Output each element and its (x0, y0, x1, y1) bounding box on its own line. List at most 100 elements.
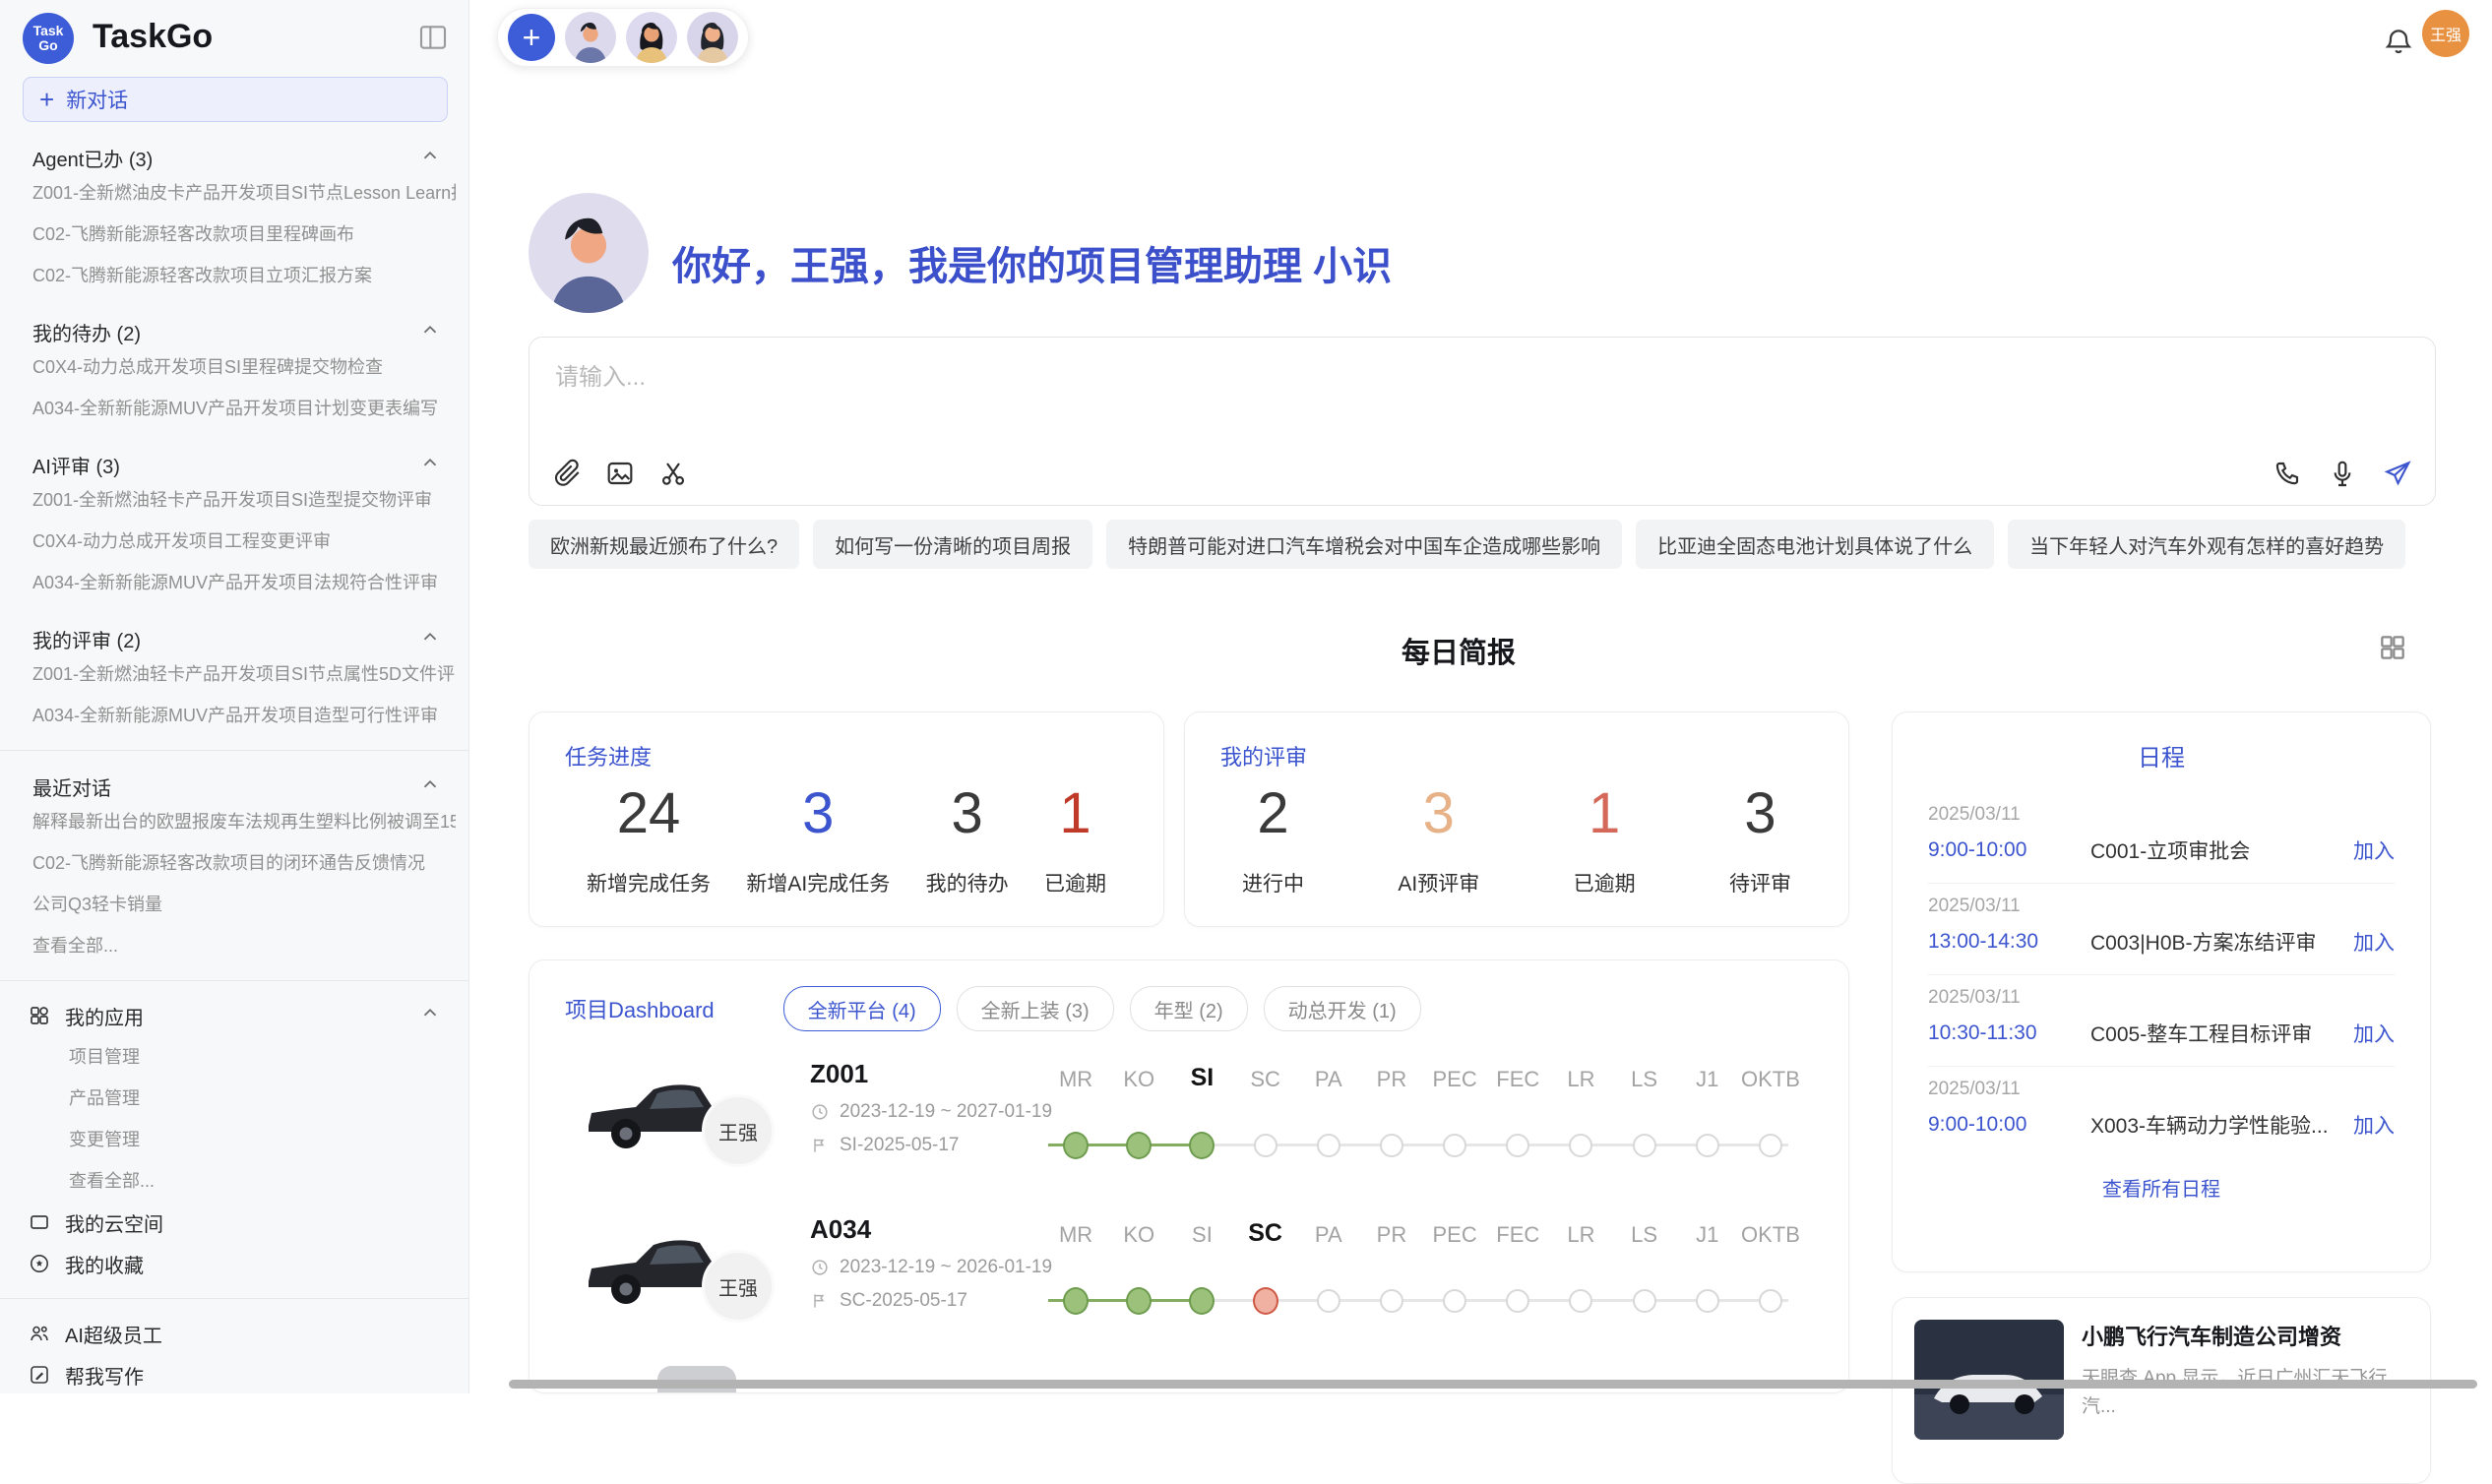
project-row[interactable]: 王强Z0012023-12-19 ~ 2027-01-19SI-2025-05-… (530, 1045, 1848, 1201)
stat-item: 1已逾期 (1044, 785, 1106, 897)
favorites-icon (28, 1252, 51, 1275)
sidebar-collapse-icon[interactable] (417, 22, 449, 53)
sidebar-task-item[interactable]: A034-全新新能源MUV产品开发项目造型可行性评审 (32, 695, 456, 736)
message-input[interactable] (553, 357, 2033, 399)
suggestion-chip[interactable]: 欧洲新规最近颁布了什么? (529, 520, 799, 569)
sidebar-section-header[interactable]: 我的待办 (2) (32, 318, 441, 346)
chevron-up-icon[interactable] (419, 1002, 441, 1029)
new-chat-button[interactable]: + 新对话 (23, 77, 448, 122)
suggestion-chip[interactable]: 如何写一份清晰的项目周报 (813, 520, 1092, 569)
milestone-label: LS (1631, 1067, 1657, 1091)
app-sub-item[interactable]: 变更管理 (69, 1119, 468, 1160)
notification-bell-icon[interactable] (2383, 26, 2414, 57)
sidebar-shortcut[interactable]: 我的收藏 (28, 1243, 468, 1284)
news-content: 小鹏飞行汽车制造公司增资 天眼查 App 显示，近日广州汇天飞行汽... (2082, 1320, 2408, 1461)
chevron-up-icon[interactable] (419, 319, 441, 346)
dashboard-filter-chip[interactable]: 全新上装 (3) (957, 986, 1114, 1031)
stat-item: 3新增AI完成任务 (746, 785, 890, 897)
chevron-up-icon[interactable] (419, 773, 441, 801)
attachment-icon[interactable] (551, 458, 583, 489)
add-agent-button[interactable]: + (508, 14, 555, 61)
join-link[interactable]: 加入 (2353, 927, 2395, 957)
chevron-up-icon[interactable] (419, 626, 441, 653)
milestone-dot-MR (1063, 1287, 1089, 1315)
my-apps-header[interactable]: 我的应用 (28, 995, 441, 1036)
image-icon[interactable] (604, 458, 636, 489)
send-icon[interactable] (2382, 458, 2413, 489)
recent-chat-item[interactable]: C02-飞腾新能源轻客改款项目的闭环通告反馈情况 (32, 842, 456, 884)
milestone-label: PR (1377, 1067, 1407, 1091)
milestone-dot-PA (1317, 1134, 1340, 1157)
milestone-label: SC (1250, 1067, 1280, 1091)
suggestion-chip[interactable]: 比亚迪全固态电池计划具体说了什么 (1636, 520, 1994, 569)
milestone-dot-J1 (1696, 1289, 1719, 1313)
stat-value: 24 (617, 785, 681, 842)
sidebar-section-header[interactable]: AI评审 (3) (32, 451, 441, 479)
logo-line-1: Task (33, 24, 64, 38)
sidebar-task-item[interactable]: C0X4-动力总成开发项目SI里程碑提交物检查 (32, 346, 456, 388)
stat-label: 新增完成任务 (587, 868, 711, 897)
app-sub-item[interactable]: 产品管理 (69, 1078, 468, 1119)
divider (0, 750, 468, 751)
app-root: Task Go TaskGo + 新对话 Agent已办 (3)Z001-全新燃… (0, 0, 2492, 1393)
sidebar-tool[interactable]: AI超级员工 (28, 1313, 468, 1354)
recent-chat-item[interactable]: 查看全部... (32, 925, 456, 966)
suggestion-chip[interactable]: 特朗普可能对进口汽车增税会对中国车企造成哪些影响 (1106, 520, 1622, 569)
recent-chat-item[interactable]: 解释最新出台的欧盟报废车法规再生塑料比例被调至15%... (32, 801, 456, 842)
suggestion-chip[interactable]: 当下年轻人对汽车外观有怎样的喜好趋势 (2008, 520, 2405, 569)
project-dates: 2023-12-19 ~ 2026-01-19 (810, 1257, 1052, 1278)
stat-value: 1 (1589, 785, 1620, 842)
recent-chat-item[interactable]: 公司Q3轻卡销量 (32, 884, 456, 925)
stat-item: 3AI预评审 (1398, 785, 1479, 897)
sidebar-task-item[interactable]: A034-全新新能源MUV产品开发项目法规符合性评审 (32, 562, 456, 603)
chevron-up-icon[interactable] (419, 452, 441, 479)
milestone-dot-LR (1569, 1134, 1592, 1157)
milestone-labels: MRKOSISCPAPRPECFECLRLSJ1OKTB (1044, 1214, 1802, 1248)
news-card[interactable]: 小鹏飞行汽车制造公司增资 天眼查 App 显示，近日广州汇天飞行汽... (1892, 1297, 2431, 1484)
milestone-label: SI (1191, 1064, 1215, 1091)
sidebar-section-header[interactable]: Agent已办 (3) (32, 144, 441, 172)
event-row: 9:00-10:00C001-立项审批会加入 (1928, 835, 2395, 865)
sidebar-section-header[interactable]: 我的评审 (2) (32, 625, 441, 653)
horizontal-scrollbar[interactable] (509, 1380, 2477, 1389)
agent-avatar[interactable] (687, 12, 738, 63)
scissors-icon[interactable] (657, 458, 689, 489)
app-sub-item[interactable]: 项目管理 (69, 1036, 468, 1078)
user-avatar[interactable]: 王强 (2422, 10, 2469, 57)
stat-columns: 24新增完成任务3新增AI完成任务3我的待办1已逾期 (530, 785, 1163, 897)
join-link[interactable]: 加入 (2353, 1019, 2395, 1048)
stat-item: 2进行中 (1242, 785, 1304, 897)
agent-avatar[interactable] (626, 12, 677, 63)
sidebar-task-item[interactable]: C02-飞腾新能源轻客改款项目里程碑画布 (32, 214, 456, 255)
join-link[interactable]: 加入 (2353, 1110, 2395, 1140)
sidebar-task-item[interactable]: Z001-全新燃油皮卡产品开发项目SI节点Lesson Learn报告 (32, 172, 456, 214)
dashboard-filter-chip[interactable]: 全新平台 (4) (783, 986, 941, 1031)
app-sub-item[interactable]: 查看全部... (69, 1160, 468, 1202)
recent-chats-header[interactable]: 最近对话 (32, 773, 441, 801)
daily-brief-title: 每日简报 (469, 630, 2448, 671)
agent-avatar[interactable] (565, 12, 616, 63)
divider (0, 1298, 468, 1299)
sidebar-task-item[interactable]: C02-飞腾新能源轻客改款项目立项汇报方案 (32, 255, 456, 296)
project-flag: SI-2025-05-17 (810, 1135, 1052, 1156)
sidebar-shortcut[interactable]: 我的云空间 (28, 1202, 468, 1243)
microphone-icon[interactable] (2327, 458, 2358, 489)
layout-grid-icon[interactable] (2377, 632, 2408, 663)
event-row: 9:00-10:00X003-车辆动力学性能验...加入 (1928, 1110, 2395, 1140)
event-row: 13:00-14:30C003|H0B-方案冻结评审加入 (1928, 927, 2395, 957)
chevron-up-icon[interactable] (419, 145, 441, 172)
stat-card: 任务进度24新增完成任务3新增AI完成任务3我的待办1已逾期 (529, 711, 1164, 927)
sidebar-task-item[interactable]: Z001-全新燃油轻卡产品开发项目SI造型提交物评审 (32, 479, 456, 521)
dashboard-filter-chip[interactable]: 年型 (2) (1130, 986, 1248, 1031)
project-row[interactable]: 王强A0342023-12-19 ~ 2026-01-19SC-2025-05-… (530, 1201, 1848, 1356)
sidebar-task-item[interactable]: A034-全新新能源MUV产品开发项目计划变更表编写 (32, 388, 456, 429)
sidebar-task-item[interactable]: Z001-全新燃油轻卡产品开发项目SI节点属性5D文件评审 (32, 653, 456, 695)
dashboard-filter-chip[interactable]: 动总开发 (1) (1264, 986, 1421, 1031)
sidebar-tool[interactable]: 帮我写作 (28, 1354, 468, 1393)
milestone-track: MRKOSISCPAPRPECFECLRLSJ1OKTB (1044, 1059, 1802, 1177)
sidebar-task-item[interactable]: C0X4-动力总成开发项目工程变更评审 (32, 521, 456, 562)
phone-icon[interactable] (2272, 458, 2303, 489)
join-link[interactable]: 加入 (2353, 835, 2395, 865)
milestone-dot-OKTB (1759, 1134, 1782, 1157)
view-all-schedule-link[interactable]: 查看所有日程 (1893, 1173, 2430, 1202)
